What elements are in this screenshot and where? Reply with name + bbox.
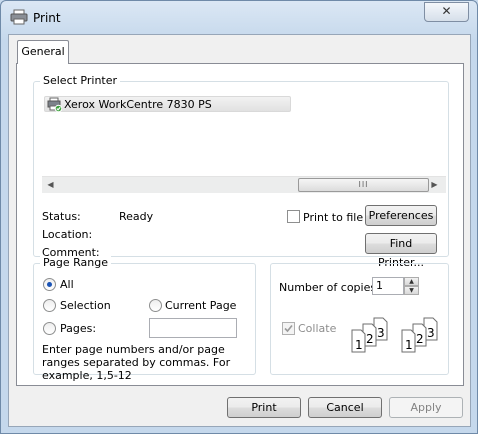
print-dialog-window: Print ✕ General Select Printer Xerox Wor…: [0, 0, 478, 434]
collate-set-1: 1 2 3: [351, 317, 388, 353]
print-to-file-label: Print to file: [303, 211, 364, 224]
general-tab-panel: Select Printer Xerox WorkCentre 7830 PS …: [16, 63, 464, 386]
scroll-left-icon[interactable]: ◀: [42, 177, 59, 193]
current-page-radio[interactable]: [149, 299, 162, 312]
collate-page-number: 2: [416, 332, 424, 346]
collate-set-2: 1 2 3: [401, 317, 438, 353]
find-printer-button[interactable]: Find Printer...: [365, 233, 437, 269]
pages-input[interactable]: [149, 318, 237, 338]
number-of-copies-label: Number of copies:: [279, 281, 380, 294]
spin-up-icon[interactable]: ▲: [404, 277, 419, 286]
printer-list-scrollbar[interactable]: ◀ III ▶: [42, 176, 446, 193]
page-range-hint: Enter page numbers and/or page ranges se…: [42, 343, 231, 382]
printer-item[interactable]: Xerox WorkCentre 7830 PS: [44, 96, 291, 113]
collate-page-number: 3: [377, 326, 385, 340]
printer-icon: [10, 9, 28, 25]
copies-input[interactable]: 1: [372, 277, 404, 295]
close-button[interactable]: ✕: [424, 2, 469, 22]
selection-radio-label: Selection: [60, 299, 111, 312]
collate-label: Collate: [298, 322, 337, 335]
selection-radio[interactable]: [43, 299, 56, 312]
pages-radio[interactable]: [43, 322, 56, 335]
copies-spinner[interactable]: ▲ ▼: [404, 277, 419, 295]
print-to-file-checkbox[interactable]: [287, 210, 300, 223]
tab-general[interactable]: General: [17, 40, 69, 64]
tab-general-label: General: [21, 45, 65, 58]
preferences-button[interactable]: Preferences: [365, 205, 437, 226]
all-radio-label: All: [60, 278, 74, 291]
scroll-right-icon[interactable]: ▶: [426, 177, 443, 193]
collate-preview-icon: 1 2 3 1 2 3: [351, 317, 438, 353]
printer-name: Xerox WorkCentre 7830 PS: [64, 98, 212, 111]
select-printer-group: Select Printer Xerox WorkCentre 7830 PS …: [33, 74, 449, 269]
cancel-button[interactable]: Cancel: [308, 397, 382, 418]
page-range-group: Page Range All Selection Current Page Pa…: [33, 256, 256, 382]
title-bar: Print ✕: [1, 1, 477, 35]
pages-radio-label: Pages:: [60, 322, 97, 335]
page-range-heading: Page Range: [40, 256, 111, 270]
scrollbar-grip: III: [358, 180, 369, 189]
location-label: Location:: [42, 228, 93, 241]
collate-page-number: 3: [427, 326, 435, 340]
close-icon: ✕: [441, 4, 452, 18]
collate-page-number: 2: [366, 332, 374, 346]
select-printer-heading: Select Printer: [40, 74, 121, 88]
scrollbar-thumb[interactable]: III: [298, 178, 429, 192]
printer-list[interactable]: Xerox WorkCentre 7830 PS: [42, 92, 446, 174]
collate-page-number: 1: [355, 338, 363, 352]
printer-icon: [47, 97, 63, 113]
radio-selected-dot: [47, 282, 52, 287]
all-radio[interactable]: [43, 278, 56, 291]
apply-button[interactable]: Apply: [389, 397, 463, 418]
print-button[interactable]: Print: [227, 397, 301, 418]
copies-group: Number of copies: 1 ▲ ▼ Collate 1 2 3 1 …: [270, 263, 449, 375]
dialog-client-area: General Select Printer Xerox WorkCentre …: [8, 34, 471, 427]
spin-down-icon[interactable]: ▼: [404, 286, 419, 295]
collate-checkbox[interactable]: [282, 322, 295, 335]
status-value: Ready: [119, 210, 154, 223]
collate-page-number: 1: [405, 338, 413, 352]
status-label: Status:: [42, 210, 81, 223]
window-title: Print: [33, 11, 61, 25]
current-page-radio-label: Current Page: [165, 299, 237, 312]
